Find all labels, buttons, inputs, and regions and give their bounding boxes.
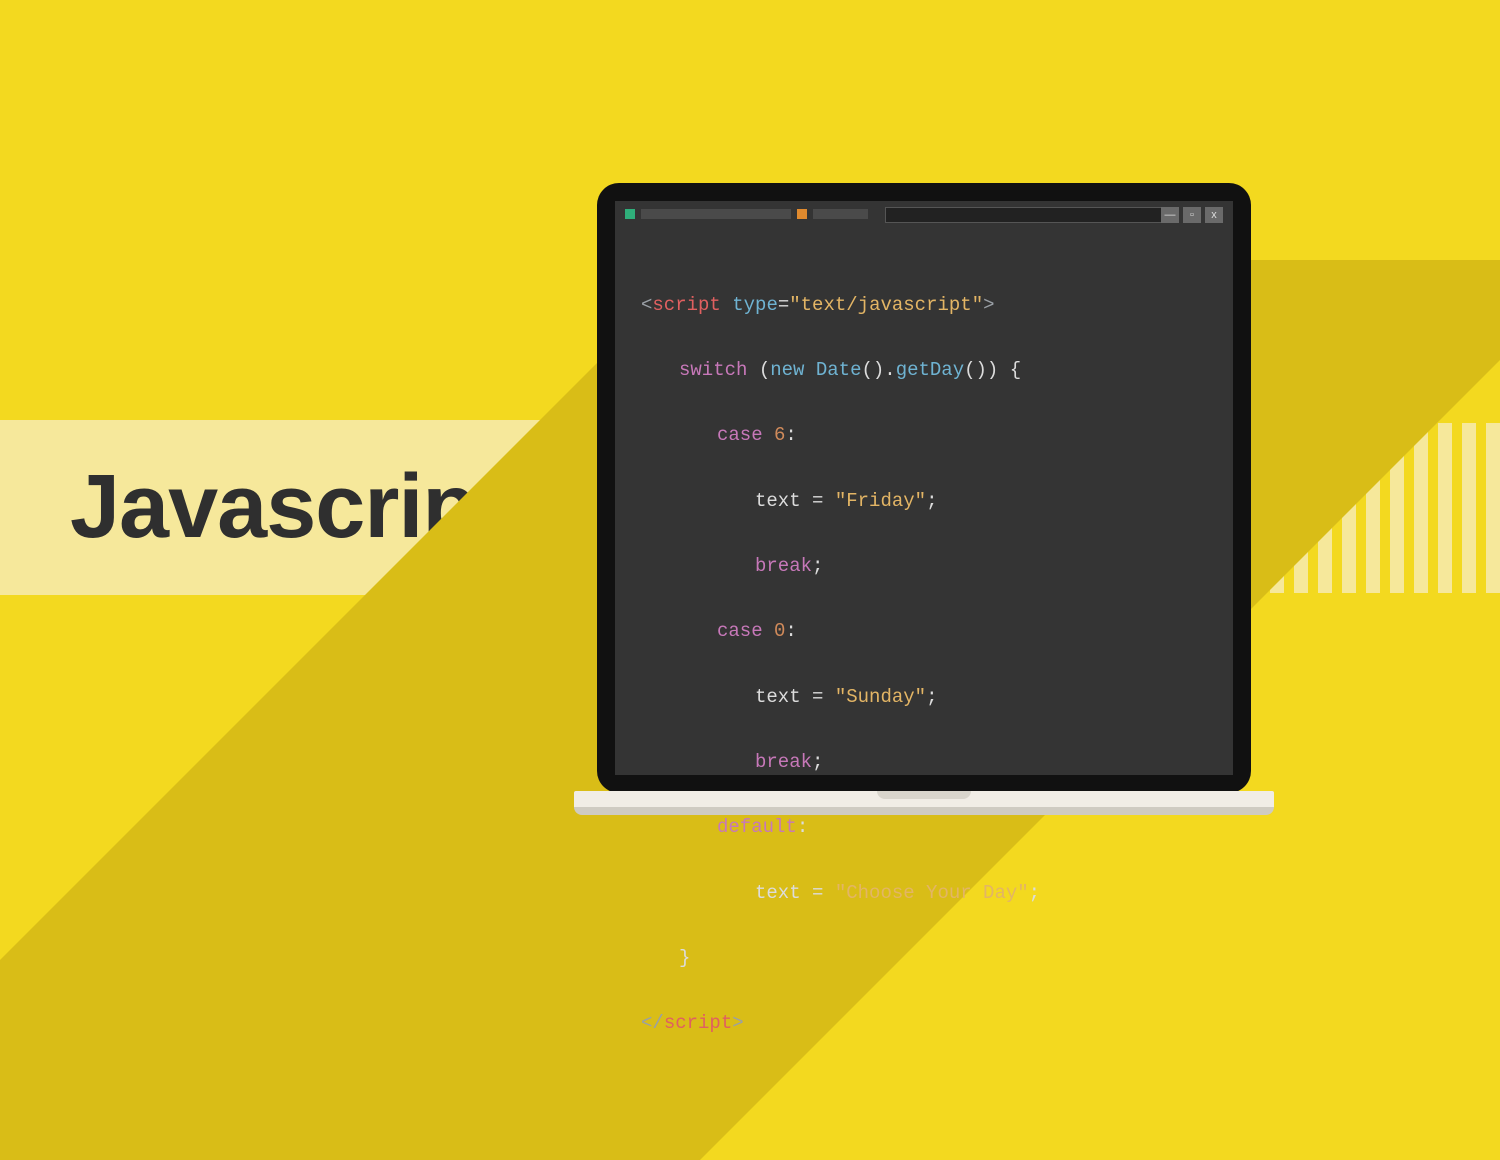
tab-strip xyxy=(625,209,868,219)
code-block: <script type="text/javascript"> switch (… xyxy=(641,256,1040,1105)
tab-indicator-icon xyxy=(797,209,807,219)
editor-window: — ▫ x <script type="text/javascript"> sw… xyxy=(615,201,1233,775)
minimize-icon[interactable]: — xyxy=(1161,207,1179,223)
close-icon[interactable]: x xyxy=(1205,207,1223,223)
window-controls: — ▫ x xyxy=(1161,207,1223,223)
maximize-icon[interactable]: ▫ xyxy=(1183,207,1201,223)
tab-inactive xyxy=(813,209,868,219)
laptop-screen-frame: — ▫ x <script type="text/javascript"> sw… xyxy=(597,183,1251,793)
tab-inactive xyxy=(641,209,791,219)
laptop: — ▫ x <script type="text/javascript"> sw… xyxy=(597,183,1274,813)
address-bar xyxy=(885,207,1175,223)
tab-indicator-icon xyxy=(625,209,635,219)
